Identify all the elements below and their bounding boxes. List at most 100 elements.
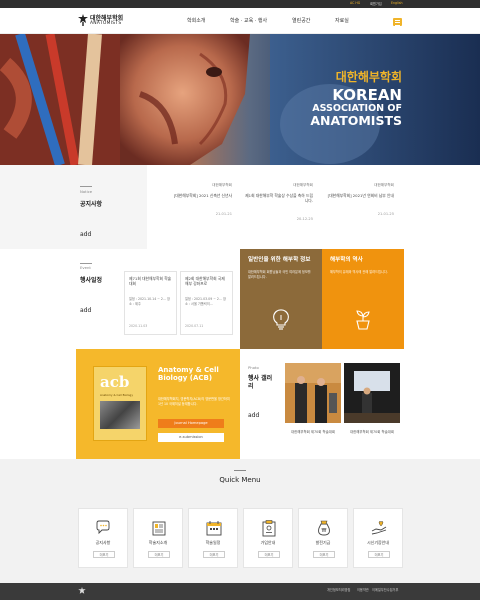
quick-menu-label: 학술지소개	[148, 540, 168, 545]
event-card-body: 일정 : 2021.03.09 ~ 2... 장소 : 서울 가톨릭의...	[185, 297, 226, 306]
e-submission-button[interactable]: e-submission	[158, 433, 224, 442]
plant-pot-icon	[356, 310, 370, 330]
anatomy-illustration	[0, 34, 480, 165]
nav-academic[interactable]: 학술 · 교육 · 행사	[230, 17, 267, 24]
notice-category: 대한해부학회	[374, 183, 394, 187]
event-card-date: 2020.07.11	[185, 324, 204, 328]
notice-title: 공지사항	[80, 201, 103, 208]
notice-heading-panel: Notice 공지사항 add	[0, 165, 147, 249]
event-photo-image	[285, 363, 341, 423]
journal-description: 대한해부학회지, 영문학지(ACB)의 영문판을 창간하여 1년 10 국제저널…	[158, 397, 230, 406]
event-card[interactable]: 제71회 대한해부학회 학술대회 일정 : 2021.10.14 ~ 2... …	[124, 271, 177, 335]
quick-menu-join[interactable]: 가입안내 더보기	[243, 508, 293, 568]
quick-menu-label: 가입안내	[260, 540, 276, 545]
history-info-box[interactable]: 해부학의 역사 해부학의 유래와 역사에 관해 알려드립니다.	[322, 249, 404, 349]
footer-link-email[interactable]: 이메일무단수집거부	[372, 587, 398, 592]
journal-cover-image	[100, 401, 140, 429]
quick-menu-schedule[interactable]: 학술일정 더보기	[188, 508, 238, 568]
quick-menu-notice[interactable]: 공지사항 더보기	[78, 508, 128, 568]
notice-date: 21-01-21	[215, 212, 232, 217]
util-link-achg[interactable]: AC HG	[350, 1, 360, 5]
notice-item[interactable]: 대한해부학회 [대한해부학회] 2021 신축년 신년사 21-01-21	[162, 183, 232, 216]
photo-add-link[interactable]: add	[248, 412, 259, 419]
quick-menu-more-button[interactable]: 더보기	[148, 551, 170, 558]
event-title: 행사일정	[80, 277, 103, 284]
journal-cover-subtitle: Anatomy & Cell Biology	[100, 393, 133, 397]
util-link-english[interactable]: English	[391, 1, 403, 5]
util-link-signup[interactable]: 회원가입	[370, 1, 382, 6]
hero-title: 대한해부학회 KOREAN ASSOCIATION OF ANATOMISTS	[310, 68, 402, 127]
divider	[234, 470, 246, 471]
clipboard-icon	[262, 520, 276, 537]
divider	[80, 186, 92, 187]
event-add-link[interactable]: add	[80, 307, 91, 314]
public-info-desc: 대한해부학회 회원님들과 국민 여러분께 정보를 알려드립니다.	[248, 270, 311, 279]
notice-add-link[interactable]: add	[80, 231, 91, 238]
nav-archive[interactable]: 자료실	[335, 17, 349, 24]
notice-date: 20-12-25	[296, 217, 313, 222]
site-logo[interactable]: 대한해부학회 ANATOMISTS	[78, 13, 138, 31]
gallery-caption: 대한해부학회 제70회 학술대회	[291, 430, 335, 434]
notice-item-title: [대한해부학회] 2021년 연회비 납부 안내	[327, 193, 394, 198]
footer-logo-icon	[78, 587, 86, 594]
quick-menu-more-button[interactable]: 더보기	[313, 551, 335, 558]
site-header: 대한해부학회 ANATOMISTS 학회소개 학술 · 교육 · 행사 열린공간…	[0, 8, 480, 34]
photo-small-label: Photo	[248, 365, 259, 370]
calendar-icon	[206, 521, 222, 536]
logo-mark-icon	[78, 14, 88, 26]
photo-title: 행사 갤러리	[248, 375, 273, 390]
quick-menu-more-button[interactable]: 더보기	[258, 551, 280, 558]
nav-about[interactable]: 학회소개	[187, 17, 205, 24]
photo-gallery-section: Photo 행사 갤러리 add 대한해부학회 제70회 학술대회 대한해부학회…	[240, 349, 480, 459]
quick-menu-donation[interactable]: 시신기증안내 더보기	[353, 508, 403, 568]
notice-item[interactable]: 대한해부학회 제1회 대한해부학 학술상 수상을 축하 드립니다. 20-12-…	[243, 183, 313, 221]
footer-link-terms[interactable]: 이용약관	[357, 587, 369, 592]
lightbulb-icon	[273, 309, 289, 330]
notice-date: 21-01-25	[377, 212, 394, 217]
money-bag-icon: ₩	[318, 520, 330, 536]
history-info-desc: 해부학의 유래와 역사에 관해 알려드립니다.	[330, 270, 388, 274]
notice-item-title: [대한해부학회] 2021 신축년 신년사	[173, 193, 232, 198]
journal-cover[interactable]: acb Anatomy & Cell Biology	[93, 366, 147, 441]
gallery-photo[interactable]	[285, 363, 341, 423]
event-section: Event 행사일정 add 제71회 대한해부학회 학술대회 일정 : 202…	[0, 249, 480, 349]
public-info-box[interactable]: 일반인을 위한 해부학 정보 대한해부학회 회원님들과 국민 여러분께 정보를 …	[240, 249, 322, 349]
hero-english-line-1: KOREAN	[332, 86, 402, 104]
notice-item-title: 제1회 대한해부학 학술상 수상을 축하 드립니다.	[245, 193, 313, 204]
event-card-title: 제2회 대한해부학회 국제해부 강좌프로	[185, 276, 225, 287]
history-info-title: 해부학의 역사	[330, 257, 363, 263]
journal-title: Anatomy & Cell Biology (ACB)	[158, 366, 219, 382]
quick-menu-fund[interactable]: ₩ 발전기금 더보기	[298, 508, 348, 568]
quick-menu-more-button[interactable]: 더보기	[203, 551, 225, 558]
notice-category: 대한해부학회	[293, 183, 313, 187]
site-footer: 개인정보처리방침 이용약관 이메일무단수집거부	[0, 583, 480, 600]
event-card-title: 제71회 대한해부학회 학술대회	[129, 276, 172, 287]
footer-link-privacy[interactable]: 개인정보처리방침	[327, 587, 350, 592]
notice-category: 대한해부학회	[212, 183, 232, 187]
journal-cover-title: acb	[100, 373, 130, 391]
hero-banner: 대한해부학회 KOREAN ASSOCIATION OF ANATOMISTS	[0, 34, 480, 165]
event-small-label: Event	[80, 265, 91, 270]
quick-menu-journal[interactable]: 학술지소개 더보기	[133, 508, 183, 568]
quick-menu-more-button[interactable]: 더보기	[93, 551, 115, 558]
journal-homepage-button[interactable]: Journal Homepage	[158, 419, 224, 428]
event-card-body: 일정 : 2021.10.14 ~ 2... 장소 : 제주	[129, 297, 170, 306]
quick-menu-label: 발전기금	[315, 540, 331, 545]
event-card-date: 2020.11.03	[129, 324, 148, 328]
hamburger-menu-icon[interactable]	[393, 18, 402, 26]
quick-menu-label: 시신기증안내	[366, 540, 390, 545]
gallery-photo[interactable]	[344, 363, 400, 423]
logo-english-text: ANATOMISTS	[90, 21, 122, 26]
notice-item[interactable]: 대한해부학회 [대한해부학회] 2021년 연회비 납부 안내 21-01-25	[324, 183, 394, 216]
notice-section: Notice 공지사항 add 대한해부학회 [대한해부학회] 2021 신축년…	[0, 165, 480, 249]
nav-open-space[interactable]: 열린공간	[292, 17, 310, 24]
top-utility-bar: AC HG 회원가입 English	[0, 0, 480, 8]
quick-menu-section: Quick Menu 공지사항 더보기 학술지소개 더보기 학술일정 더보기 가…	[0, 459, 480, 583]
divider	[80, 263, 92, 264]
hero-english-line-3: ANATOMISTS	[310, 113, 402, 128]
svg-text:₩: ₩	[322, 528, 327, 534]
quick-menu-more-button[interactable]: 더보기	[368, 551, 390, 558]
event-card[interactable]: 제2회 대한해부학회 국제해부 강좌프로 일정 : 2021.03.09 ~ 2…	[180, 271, 233, 335]
speech-bubble-icon	[96, 520, 110, 535]
event-photo-image	[344, 363, 400, 423]
